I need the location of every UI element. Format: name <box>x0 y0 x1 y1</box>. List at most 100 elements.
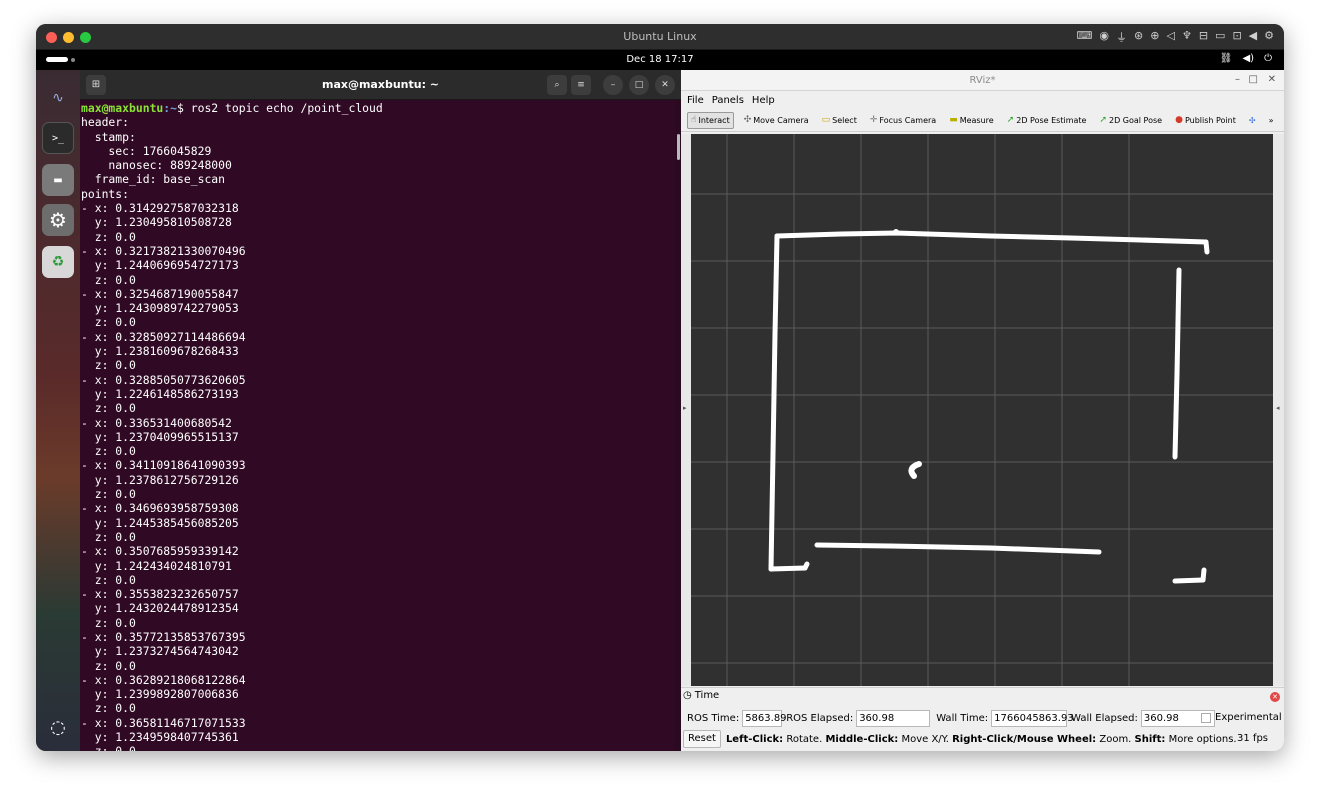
3d-view[interactable] <box>691 134 1273 686</box>
gear-icon[interactable]: ⚙ <box>1264 29 1274 45</box>
back-icon[interactable]: ◀ <box>1249 29 1257 45</box>
speaker-icon[interactable]: ◁ <box>1166 29 1174 45</box>
output-line: z: 0.0 <box>81 744 675 751</box>
output-line: - x: 0.3142927587032318 <box>81 201 239 216</box>
tool-2d-pose-estimate[interactable]: ➚ 2D Pose Estimate <box>1004 113 1090 128</box>
minimize-button[interactable]: – <box>1235 74 1240 85</box>
left-click-key: Left-Click: <box>725 733 784 745</box>
tool-move-camera[interactable]: ✣ Move Camera <box>741 113 812 128</box>
tool-label: Focus Camera <box>879 115 937 125</box>
settings-icon[interactable]: ⊛ <box>1134 29 1143 45</box>
output-line: header: <box>81 115 130 130</box>
output-line: y: 1.2378612756729126 <box>81 472 239 487</box>
pose-estimate-icon: ➚ <box>1006 114 1015 125</box>
tool-bar: ☝ Interact ✣ Move Camera ▭ Select ✛ Focus Camer… <box>681 109 1284 132</box>
fullscreen-icon[interactable]: ⊡ <box>1232 29 1241 45</box>
laser-scan-segment <box>768 233 780 572</box>
menu-file[interactable]: File <box>687 95 704 109</box>
close-panel-button[interactable]: ✕ <box>1270 692 1280 702</box>
time-panel-header: ◷ Time <box>683 690 719 701</box>
tool-focus-camera[interactable]: ✛ Focus Camera <box>867 113 939 128</box>
output-line: - x: 0.3254687190055847 <box>81 286 239 301</box>
tool-interact[interactable]: ☝ Interact <box>687 111 734 129</box>
tool-label: 2D Pose Estimate <box>1016 115 1087 125</box>
close-button[interactable]: ✕ <box>1268 74 1276 85</box>
terminal-output[interactable]: max@maxbuntu:~$ ros2 topic echo /point_c… <box>80 100 675 751</box>
trash-icon[interactable]: ♻ <box>42 246 74 278</box>
reset-button[interactable]: Reset <box>683 730 721 748</box>
clock-icon: ◷ <box>683 690 692 701</box>
laser-scan-segment <box>1172 567 1207 584</box>
terminal-icon[interactable]: >_ <box>42 122 74 154</box>
output-line: y: 1.2370409965515137 <box>81 429 239 444</box>
minimize-button[interactable]: – <box>603 75 623 95</box>
webcam-icon[interactable]: ▭ <box>1215 29 1225 45</box>
output-line: z: 0.0 <box>81 272 136 287</box>
terminal-window[interactable]: ⊞ max@maxbuntu: ~ ⌕ ≡ – □ ✕ max@maxbuntu… <box>80 70 681 751</box>
menu-button[interactable]: ≡ <box>571 75 591 95</box>
files-icon[interactable]: ▬ <box>42 164 74 196</box>
activity-monitor-icon[interactable]: ∿ <box>42 82 74 114</box>
search-button[interactable]: ⌕ <box>547 75 567 95</box>
ros-time-label: ROS Time: <box>687 713 740 724</box>
right-dock-toggle[interactable]: ◂ <box>1273 134 1284 686</box>
tool-select[interactable]: ▭ Select <box>819 113 860 128</box>
usb-icon[interactable]: ⏚ <box>1116 29 1127 45</box>
ubuntu-dock: ∿ >_ ▬ ⚙ ♻ ◌ <box>36 70 80 751</box>
ubuntu-apps-icon[interactable]: ◌ <box>42 711 74 743</box>
keyboard-icon[interactable]: ⌨ <box>1077 29 1093 45</box>
menu-help[interactable]: Help <box>752 95 775 109</box>
checkbox-box[interactable] <box>1201 712 1211 723</box>
laser-scan-segment <box>774 230 1209 245</box>
output-line: z: 0.0 <box>81 401 136 416</box>
prompt-line: max@maxbuntu:~$ ros2 topic echo /point_c… <box>81 101 675 115</box>
output-line: - x: 0.32173821330070496 <box>81 243 246 258</box>
view-canvas[interactable] <box>691 134 1273 686</box>
tool-measure[interactable]: ▬ Measure <box>946 113 997 128</box>
ros-elapsed-field[interactable]: 360.98 <box>856 710 931 727</box>
power-icon: ⏻ <box>1264 53 1272 64</box>
ros-time-field[interactable]: 5863.89 <box>742 710 787 727</box>
maximize-button[interactable]: □ <box>1249 74 1258 85</box>
output-line: - x: 0.32885050773620605 <box>81 372 246 387</box>
add-tool-icon[interactable]: ✣ <box>1246 113 1259 128</box>
microphone-icon[interactable]: ♆ <box>1182 29 1192 45</box>
printer-icon[interactable]: ⊟ <box>1199 29 1208 45</box>
output-line: z: 0.0 <box>81 701 136 716</box>
output-line: y: 1.230495810508728 <box>81 215 232 230</box>
time-fields: ROS Time: 5863.89 ROS Elapsed: 360.98 Wa… <box>687 710 1219 727</box>
robot-scan-blob <box>908 461 922 479</box>
settings-icon[interactable]: ⚙ <box>42 204 74 236</box>
close-button[interactable]: ✕ <box>655 75 675 95</box>
goal-pose-icon: ➚ <box>1099 114 1107 125</box>
fps-counter: 31 fps <box>1237 733 1268 744</box>
output-line: z: 0.0 <box>81 358 136 373</box>
menu-panels[interactable]: Panels <box>712 95 744 109</box>
ros-elapsed-label: ROS Elapsed: <box>786 713 854 724</box>
output-line: z: 0.0 <box>81 229 136 244</box>
clock[interactable]: Dec 18 17:17 <box>36 54 1284 65</box>
left-dock-toggle[interactable]: ▸ <box>681 134 691 686</box>
tool-publish-point[interactable]: ● Publish Point <box>1172 113 1239 128</box>
focus-camera-icon: ✛ <box>869 114 878 125</box>
wall-time-label: Wall Time: <box>936 713 989 724</box>
time-heading: Time <box>694 690 720 701</box>
output-line: - x: 0.36289218068122864 <box>81 672 246 687</box>
select-icon: ▭ <box>821 114 831 125</box>
time-panel: ◷ Time ✕ ROS Time: 5863.89 ROS Elapsed: … <box>681 687 1284 751</box>
wall-time-field[interactable]: 1766045863.93 <box>991 710 1074 727</box>
output-line: nanosec: 889248000 <box>81 158 232 173</box>
record-icon[interactable]: ◉ <box>1099 29 1109 45</box>
tool-label: 2D Goal Pose <box>1109 115 1163 125</box>
experimental-checkbox[interactable]: Experimental <box>1201 712 1282 723</box>
camera-icon[interactable]: ⊕ <box>1150 29 1159 45</box>
laser-scan-segment <box>814 542 1102 555</box>
tool-2d-goal-pose[interactable]: ➚ 2D Goal Pose <box>1096 113 1165 128</box>
output-line: z: 0.0 <box>81 529 136 544</box>
scrollbar-thumb[interactable] <box>677 134 680 160</box>
output-line: y: 1.2381609678268433 <box>81 344 239 359</box>
toolbar-overflow-icon[interactable]: » <box>1266 113 1277 128</box>
maximize-button[interactable]: □ <box>629 75 649 95</box>
system-status-menu[interactable]: ⛓ ◀) ⏻ <box>1220 53 1272 64</box>
vm-window: Ubuntu Linux ⌨ ◉ ⏚ ⊛ ⊕ ◁ ♆ ⊟ ▭ ⊡ ◀ ⚙ Dec… <box>36 24 1284 751</box>
